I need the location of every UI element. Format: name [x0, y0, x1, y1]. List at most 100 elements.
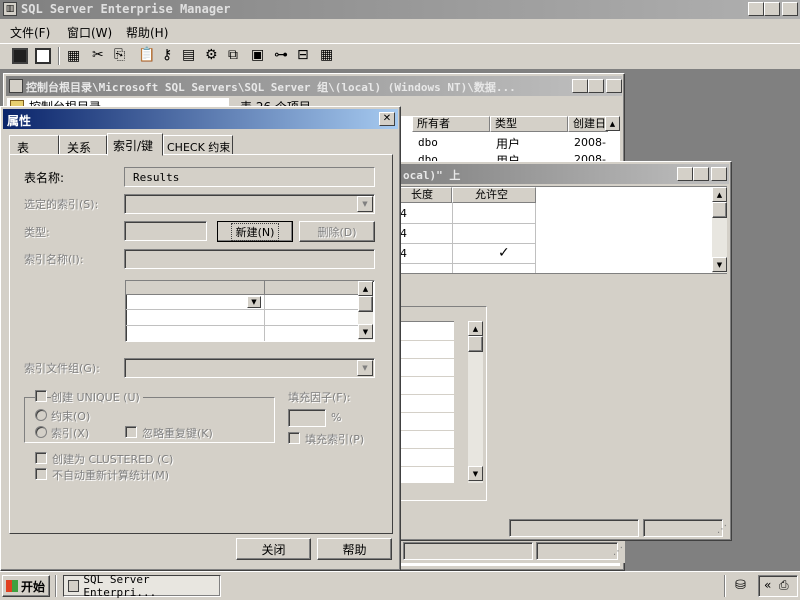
app-title: SQL Server Enterprise Manager	[21, 2, 231, 16]
props-vscrollbar[interactable]: ▲ ▼	[468, 321, 483, 483]
no-recompute-label: 不自动重新计算统计(M)	[52, 469, 170, 482]
fill-factor-field[interactable]	[288, 409, 326, 427]
chevron-down-icon[interactable]: ▼	[357, 196, 373, 212]
design-minimize-button[interactable]: _	[677, 167, 693, 181]
props-scroll-thumb[interactable]	[468, 336, 483, 352]
row-created: 2008-	[574, 136, 606, 149]
app-title-bar[interactable]: ▥ SQL Server Enterprise Manager _ ❐ ✕	[0, 0, 800, 19]
help-button[interactable]: 帮助	[317, 538, 392, 560]
menu-help[interactable]: 帮助(H)	[126, 24, 168, 41]
grid-icon[interactable]: ▦	[320, 47, 333, 63]
list-scroll-up[interactable]: ▲	[605, 116, 620, 131]
col-nullable[interactable]: 允许空	[452, 187, 536, 203]
paste-icon[interactable]: 📋	[138, 47, 155, 63]
taskbar: 开始 SQL Server Enterpri... ⛁ « ⎙	[0, 571, 800, 600]
index-radio[interactable]	[35, 426, 47, 438]
dialog-title-bar[interactable]: 属性 ✕	[3, 109, 398, 129]
app-restore-button[interactable]: ❐	[764, 2, 780, 16]
index-column-dropdown[interactable]: ▼	[247, 296, 261, 308]
index-name-field[interactable]	[124, 249, 375, 269]
design-title-bar[interactable]: ocal)" 上 _ □ ✕	[391, 164, 729, 184]
column-grid: 长度 允许空 4 4 4 ✓ ▲ ▼	[399, 186, 727, 274]
fill-factor-label: 填充因子(F):	[288, 391, 351, 404]
delete-button[interactable]: 删除(D)	[299, 221, 375, 242]
design-status-pane	[509, 519, 639, 537]
app-icon: ▥	[3, 2, 17, 16]
new-button[interactable]: 新建(N)	[217, 221, 293, 242]
grid-scroll-up[interactable]: ▲	[712, 187, 727, 202]
no-recompute-checkbox[interactable]	[35, 468, 47, 480]
index-columns-grid[interactable]: ▼ ▲ ▼	[125, 280, 375, 342]
generate-script-icon[interactable]: ▣	[251, 47, 264, 63]
tab-relationships[interactable]: 关系	[59, 135, 107, 155]
menu-window[interactable]: 窗口(W)	[67, 24, 112, 41]
cell-nullable[interactable]: ✓	[498, 245, 510, 261]
design-maximize-button[interactable]: □	[693, 167, 709, 181]
taskbar-task-button[interactable]: SQL Server Enterpri...	[63, 573, 221, 599]
tab-indexes-keys-label: 索引/键	[113, 139, 154, 153]
create-unique-checkbox[interactable]	[35, 390, 47, 402]
props-scroll-down[interactable]: ▼	[468, 466, 483, 481]
tab-indexes-keys[interactable]: 索引/键	[107, 133, 163, 156]
tab-relationships-label: 关系	[67, 141, 92, 155]
index-scroll-thumb[interactable]	[358, 296, 373, 312]
new-window-icon[interactable]: ▦	[67, 48, 80, 64]
props-scroll-up[interactable]: ▲	[468, 321, 483, 336]
row-owner: dbo	[418, 136, 438, 149]
resize-grip-icon[interactable]: ⋰	[613, 546, 623, 557]
console-status-bar: ⋰	[401, 541, 625, 563]
chevron-down-icon[interactable]: ▼	[357, 360, 373, 376]
type-label: 类型:	[24, 226, 50, 239]
sql-service-tray-icon[interactable]: ⛁	[735, 578, 746, 593]
index-scroll-up[interactable]: ▲	[358, 281, 373, 296]
console-maximize-button[interactable]: □	[588, 79, 604, 93]
grid-vscrollbar[interactable]: ▲ ▼	[712, 187, 727, 273]
col-owner[interactable]: 所有者	[412, 116, 490, 132]
save-icon[interactable]	[12, 48, 28, 64]
col-created[interactable]: 创建日	[568, 116, 608, 132]
cut-icon[interactable]: ✂	[92, 47, 104, 63]
console-title-bar[interactable]: 控制台根目录\Microsoft SQL Servers\SQL Server …	[6, 76, 622, 96]
console-minimize-button[interactable]: _	[572, 79, 588, 93]
properties-icon[interactable]	[35, 48, 51, 64]
pad-index-checkbox[interactable]	[288, 432, 300, 444]
close-button[interactable]: 关闭	[236, 538, 311, 560]
design-close-button[interactable]: ✕	[711, 167, 727, 181]
table-icon[interactable]: ▤	[182, 47, 195, 63]
index-grid-vscrollbar[interactable]: ▲ ▼	[358, 281, 373, 340]
properties-dialog: 属性 ✕ 表 关系 索引/键 CHECK 约束 表名称: Results 选定的…	[0, 106, 401, 571]
key-icon[interactable]: ⚷	[162, 47, 172, 63]
network-tray-icon[interactable]: ⎙	[779, 578, 789, 593]
tab-check-constraints[interactable]: CHECK 约束	[163, 135, 233, 155]
index-scroll-down[interactable]: ▼	[358, 324, 373, 339]
constraint-radio[interactable]	[35, 409, 47, 421]
type-field	[124, 221, 207, 241]
start-button[interactable]: 开始	[2, 575, 50, 597]
ignore-dup-checkbox[interactable]	[125, 426, 137, 438]
relationships-icon[interactable]: ⊶	[274, 47, 288, 63]
app-close-button[interactable]: ✕	[782, 2, 798, 16]
app-minimize-button[interactable]: _	[748, 2, 764, 16]
selected-index-select[interactable]: ▼	[124, 194, 375, 214]
check-icon[interactable]: ⊟	[297, 47, 309, 63]
resize-grip-icon[interactable]: ⋰	[717, 524, 727, 535]
menu-file[interactable]: 文件(F)	[10, 24, 50, 41]
clustered-checkbox[interactable]	[35, 452, 47, 464]
grid-scroll-thumb[interactable]	[712, 202, 727, 218]
taskbar-separator	[55, 575, 57, 597]
filegroup-select[interactable]: ▼	[124, 358, 375, 378]
create-unique-label: 创建 UNIQUE (U)	[51, 389, 143, 405]
dialog-close-button[interactable]: ✕	[379, 112, 395, 126]
index-icon[interactable]: ⧉	[228, 47, 238, 63]
manage-icon[interactable]: ⚙	[205, 47, 218, 63]
tab-table[interactable]: 表	[9, 135, 59, 155]
chevron-left-icon[interactable]: «	[764, 578, 771, 592]
col-type[interactable]: 类型	[490, 116, 568, 132]
filegroup-label: 索引文件组(G):	[24, 362, 100, 375]
console-close-button[interactable]: ✕	[606, 79, 622, 93]
col-length[interactable]: 长度	[400, 187, 452, 203]
grid-scroll-down[interactable]: ▼	[712, 257, 727, 272]
cell-length: 4	[400, 207, 407, 220]
status-pane	[403, 542, 533, 560]
copy-icon[interactable]: ⎘	[114, 47, 125, 63]
